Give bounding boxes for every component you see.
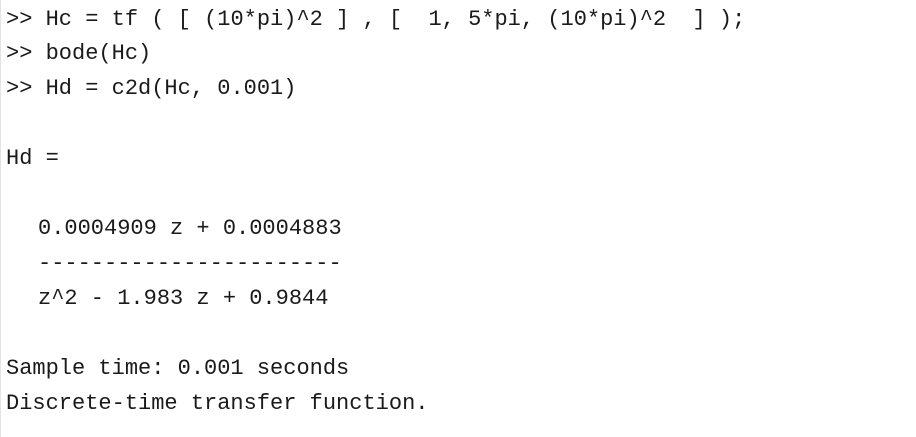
prompt: >> <box>6 41 33 66</box>
prompt: >> <box>6 76 33 101</box>
transfer-function-denominator: z^2 - 1.983 z + 0.9844 <box>38 286 329 311</box>
transfer-function-numerator: 0.0004909 z + 0.0004883 <box>38 216 342 241</box>
command-line-3: >> Hd = c2d(Hc, 0.001) <box>6 76 296 102</box>
command-text: Hc = tf ( [ (10*pi)^2 ] , [ 1, 5*pi, (10… <box>32 7 746 32</box>
command-line-2: >> bode(Hc) <box>6 41 151 67</box>
command-line-1: >> Hc = tf ( [ (10*pi)^2 ] , [ 1, 5*pi, … <box>6 7 745 33</box>
left-border <box>0 0 1 437</box>
command-window[interactable]: >> Hc = tf ( [ (10*pi)^2 ] , [ 1, 5*pi, … <box>0 0 916 437</box>
sample-time-text: Sample time: 0.001 seconds <box>6 356 350 381</box>
transfer-function-fraction-bar: ----------------------- <box>38 251 342 276</box>
command-text: Hd = c2d(Hc, 0.001) <box>32 76 297 101</box>
prompt: >> <box>6 7 33 32</box>
description-text: Discrete-time transfer function. <box>6 391 429 416</box>
output-variable-header: Hd = <box>6 146 59 171</box>
command-text: bode(Hc) <box>32 41 152 66</box>
